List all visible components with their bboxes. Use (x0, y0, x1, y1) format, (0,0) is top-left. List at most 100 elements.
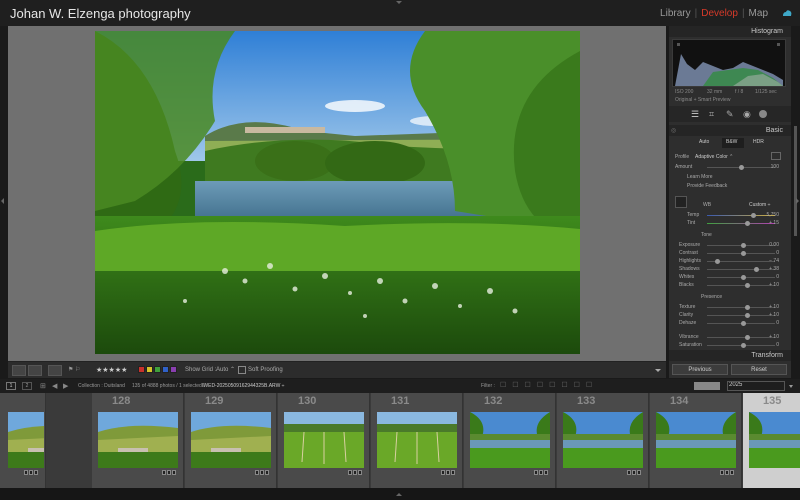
vibrance-slider[interactable] (707, 335, 775, 340)
transform-header[interactable]: Transform (669, 350, 791, 361)
filmstrip-thumbnail[interactable] (470, 412, 550, 468)
scrollbar-thumb[interactable] (794, 126, 797, 236)
edit-sliders-icon[interactable]: ☰ (691, 109, 699, 120)
clarity-slider[interactable] (707, 313, 775, 318)
eyedropper-icon[interactable] (675, 196, 687, 208)
collection-source[interactable]: Collection : Duitsland (78, 383, 125, 389)
filter-icons[interactable]: ☐☐☐☐☐☐☐☐ (500, 381, 598, 389)
filmstrip-thumbnail[interactable] (656, 412, 736, 468)
tint-value[interactable]: + 15 (769, 220, 779, 226)
star-rating[interactable]: ★★★★★ (96, 365, 127, 376)
exposure-slider[interactable] (707, 243, 775, 248)
whites-value[interactable]: 0 (776, 274, 779, 280)
learn-more-link[interactable]: Learn More (687, 174, 713, 180)
texture-value[interactable]: + 10 (769, 304, 779, 310)
back-arrow-icon[interactable]: ◀ (52, 382, 57, 390)
right-panel-toggle[interactable] (796, 198, 799, 204)
panel-eye-icon[interactable]: ◎ (671, 127, 676, 134)
grid-view-icon[interactable]: ⊞ (40, 382, 46, 390)
treatment-bw[interactable]: B&W (726, 139, 737, 145)
provide-feedback-link[interactable]: Provide Feedback (687, 183, 727, 189)
reset-button[interactable]: Reset (731, 364, 787, 375)
shadows-value[interactable]: + 38 (769, 266, 779, 272)
filmstrip-cell[interactable]: 131 (371, 393, 463, 488)
filmstrip-thumbnail[interactable] (749, 412, 800, 468)
red-eye-icon[interactable]: ◉ (743, 109, 751, 120)
selected-filename[interactable]: IWED-20250509162944325B.ARW ÷ (202, 383, 284, 389)
saturation-value[interactable]: 0 (776, 342, 779, 348)
filter-lock-toggle[interactable] (694, 382, 720, 390)
module-map[interactable]: Map (749, 8, 768, 19)
contrast-slider[interactable] (707, 251, 775, 256)
filmstrip-cell[interactable]: 132 (464, 393, 556, 488)
exposure-value[interactable]: 0.00 (769, 242, 779, 248)
vibrance-value[interactable]: + 10 (769, 334, 779, 340)
top-panel-toggle[interactable] (396, 1, 402, 4)
treatment-auto[interactable]: Auto (699, 139, 709, 145)
grid-auto-select[interactable]: Auto ⌃ (216, 365, 235, 376)
saturation-slider[interactable] (707, 343, 775, 348)
color-label-yellow[interactable] (146, 365, 153, 373)
filmstrip-cell[interactable] (0, 393, 46, 488)
previous-button[interactable]: Previous (672, 364, 728, 375)
module-library[interactable]: Library (660, 8, 691, 19)
treatment-hdr[interactable]: HDR (753, 139, 764, 145)
color-label-blue[interactable] (162, 365, 169, 373)
histogram[interactable] (672, 39, 786, 87)
show-grid-label[interactable]: Show Grid : (185, 365, 216, 376)
masking-icon[interactable] (759, 110, 767, 118)
clarity-value[interactable]: + 10 (769, 312, 779, 318)
toolbar-menu-icon[interactable] (655, 369, 661, 372)
filmstrip-cell[interactable]: 133 (557, 393, 649, 488)
profile-select[interactable]: Adaptive Color ⌃ (695, 154, 733, 160)
filmstrip-cell[interactable]: 135 (743, 393, 800, 488)
blacks-slider[interactable] (707, 283, 775, 288)
color-label-purple[interactable] (170, 365, 177, 373)
temp-slider[interactable] (707, 213, 775, 218)
page-2-button[interactable]: 2 (22, 382, 32, 390)
color-label-green[interactable] (154, 365, 161, 373)
filmstrip-thumbnail[interactable] (563, 412, 643, 468)
filmstrip-cell[interactable]: 128 (92, 393, 184, 488)
color-labels[interactable] (138, 365, 178, 376)
dehaze-slider[interactable] (707, 321, 775, 326)
crop-icon[interactable]: ⌗ (709, 109, 714, 120)
filmstrip-thumbnail[interactable] (98, 412, 178, 468)
temp-value[interactable]: 5,750 (766, 212, 779, 218)
blacks-value[interactable]: + 10 (769, 282, 779, 288)
filmstrip-thumbnail[interactable] (8, 412, 44, 468)
main-photo[interactable] (95, 31, 580, 354)
contrast-value[interactable]: 0 (776, 250, 779, 256)
filmstrip-toggle-icon[interactable] (789, 385, 793, 388)
whites-slider[interactable] (707, 275, 775, 280)
healing-icon[interactable]: ✎ (726, 109, 734, 120)
loupe-view-button[interactable] (12, 365, 26, 376)
wb-select[interactable]: Custom ÷ (749, 202, 770, 208)
filmstrip-thumbnail[interactable] (191, 412, 271, 468)
shadows-slider[interactable] (707, 267, 775, 272)
dehaze-value[interactable]: 0 (776, 320, 779, 326)
before-after-view-button[interactable] (28, 365, 42, 376)
histogram-header[interactable]: Histogram (669, 26, 791, 37)
profile-browser-icon[interactable] (771, 152, 781, 160)
left-panel-toggle[interactable] (1, 198, 4, 204)
amount-slider[interactable] (707, 165, 775, 170)
color-label-red[interactable] (138, 365, 145, 373)
amount-value[interactable]: 100 (771, 164, 779, 170)
filmstrip-thumbnail[interactable] (377, 412, 457, 468)
soft-proofing-checkbox[interactable] (238, 366, 246, 374)
filmstrip-cell[interactable]: 134 (650, 393, 742, 488)
filmstrip-cell[interactable]: 130 (278, 393, 370, 488)
page-1-button[interactable]: 1 (6, 382, 16, 390)
highlights-value[interactable]: − 74 (769, 258, 779, 264)
forward-arrow-icon[interactable]: ▶ (63, 382, 68, 390)
module-develop[interactable]: Develop (701, 8, 738, 19)
filmstrip-thumbnail[interactable] (284, 412, 364, 468)
texture-slider[interactable] (707, 305, 775, 310)
basic-header[interactable]: Basic (669, 125, 791, 136)
bottom-panel-toggle[interactable] (396, 493, 402, 496)
cloud-sync-icon[interactable] (782, 9, 792, 18)
filmstrip-cell[interactable]: 129 (185, 393, 277, 488)
tint-slider[interactable] (707, 221, 775, 226)
flag-icons[interactable]: ⚑ ⚐ (68, 365, 80, 376)
